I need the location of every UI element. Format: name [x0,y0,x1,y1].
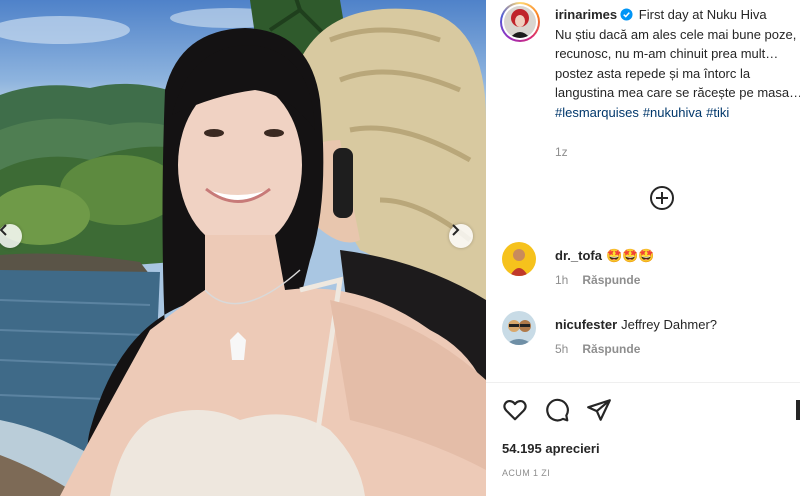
comment-body: 🤩🤩🤩 [605,248,655,263]
comment-body: Jeffrey Dahmer? [621,317,717,332]
commenter-avatar[interactable] [502,311,536,345]
chevron-left-icon [0,224,7,236]
author-username[interactable]: irinarimes [555,7,617,22]
comment-time: 5h [555,342,569,356]
actions-divider [486,382,800,383]
author-avatar[interactable] [500,2,540,42]
hashtag-link[interactable]: #nukuhiva [643,105,702,120]
avatar-image [502,311,536,345]
save-button[interactable] [796,400,800,420]
comment-meta: 1h Răspunde [555,273,640,287]
post-side-panel: irinarimes First day at Nuku Hiva Nu ști… [486,0,800,496]
comment-time: 1h [555,273,569,287]
hashtag-link[interactable]: #lesmarquises [555,105,639,120]
avatar-image [502,242,536,276]
reply-button[interactable]: Răspunde [582,342,640,356]
caption-time: 1z [555,145,568,159]
hashtag-list: #lesmarquises #nukuhiva #tiki [555,105,733,120]
chevron-right-icon [452,224,460,236]
commenter-avatar[interactable] [502,242,536,276]
like-button[interactable] [502,397,528,423]
post-photo[interactable] [0,0,486,496]
plus-circle-icon [650,186,674,210]
share-button[interactable] [586,397,612,423]
next-photo-button[interactable] [449,224,473,248]
reply-button[interactable]: Răspunde [582,273,640,287]
likes-count[interactable]: 54.195 aprecieri [502,441,600,456]
comment-text: nicufester Jeffrey Dahmer? [555,317,717,332]
verified-badge-icon [620,8,633,21]
load-more-comments-button[interactable] [649,185,675,211]
avatar-image [504,6,536,38]
comment-meta: 5h Răspunde [555,342,640,356]
send-icon [587,399,611,421]
comment-text: dr._tofa 🤩🤩🤩 [555,248,655,264]
post-timestamp: ACUM 1 ZI [502,468,551,478]
hashtag-link[interactable]: #tiki [706,105,729,120]
comment-icon [546,398,569,422]
comment-username[interactable]: dr._tofa [555,248,602,263]
heart-icon [503,400,527,421]
comment-username[interactable]: nicufester [555,317,617,332]
caption-title: First day at Nuku Hiva [638,7,767,22]
comment-button[interactable] [544,397,570,423]
caption-body: Nu știu dacă am ales cele mai bune poze,… [555,26,800,101]
photo-illustration [0,0,486,496]
caption-text: irinarimes First day at Nuku Hiva Nu ști… [555,5,800,122]
